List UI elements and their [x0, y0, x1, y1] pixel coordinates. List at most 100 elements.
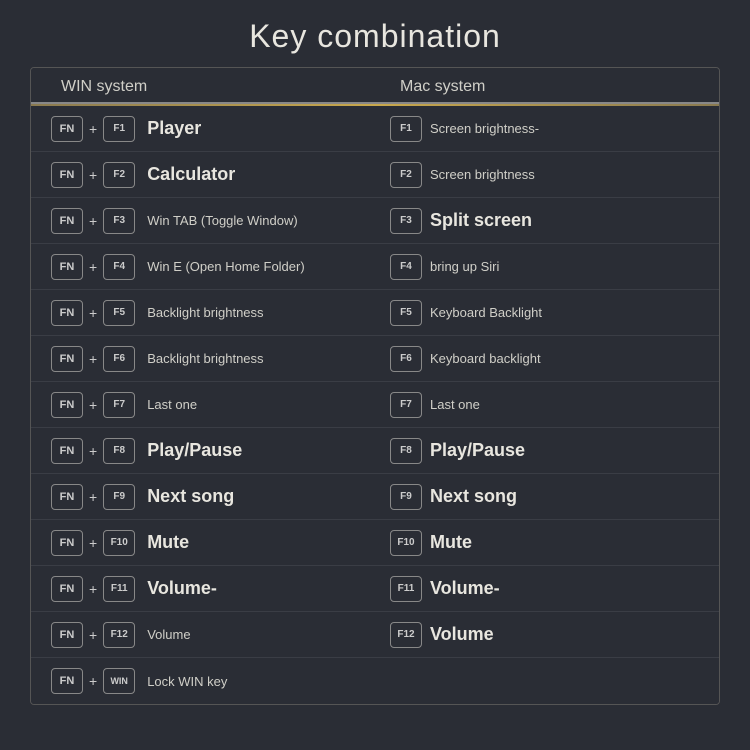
fn-key: FN: [51, 254, 83, 280]
plus-sign: +: [89, 305, 97, 321]
mac-label: Volume: [430, 624, 494, 645]
mac-label: Screen brightness: [430, 167, 535, 182]
mac-key: F8: [390, 438, 422, 464]
win-label: Last one: [147, 397, 197, 412]
table-row: FN+F7Last oneF7Last one: [31, 382, 719, 428]
win-label: Volume: [147, 627, 190, 642]
plus-sign: +: [89, 443, 97, 459]
win-label: Play/Pause: [147, 440, 242, 461]
mac-cell: F6Keyboard backlight: [380, 346, 719, 372]
mac-key: F7: [390, 392, 422, 418]
win-label: Mute: [147, 532, 189, 553]
plus-sign: +: [89, 581, 97, 597]
table-row: FN+F10MuteF10Mute: [31, 520, 719, 566]
win-cell: FN+F12Volume: [31, 622, 380, 648]
table-row: FN + F2 Calculator F2 Screen brightness: [31, 152, 719, 198]
mac-label: bring up Siri: [430, 259, 499, 274]
mac-cell: F12 Volume: [380, 622, 719, 648]
win-cell: FN + F9 Next song: [31, 484, 380, 510]
win-cell: FN+F3Win TAB (Toggle Window): [31, 208, 380, 234]
fn-key: FN: [51, 162, 83, 188]
mac-cell: F9 Next song: [380, 484, 719, 510]
fn-key: FN: [51, 116, 83, 142]
function-key: F1: [103, 116, 135, 142]
mac-system-header: Mac system: [380, 78, 719, 96]
fn-key: FN: [51, 346, 83, 372]
win-cell: FN + F7 Last one: [31, 392, 380, 418]
plus-sign: +: [89, 351, 97, 367]
mac-label: Keyboard Backlight: [430, 305, 542, 320]
win-cell: FN+F8Play/Pause: [31, 438, 380, 464]
function-key: F3: [103, 208, 135, 234]
win-system-header: WIN system: [31, 78, 380, 96]
table-row: FN+WINLock WIN key: [31, 658, 719, 704]
win-label: Volume-: [147, 578, 217, 599]
win-cell: FN + F2 Calculator: [31, 162, 380, 188]
win-label: Calculator: [147, 164, 235, 185]
win-label: Win TAB (Toggle Window): [147, 213, 298, 228]
win-label: Next song: [147, 486, 234, 507]
table-row: FN+F12VolumeF12Volume: [31, 612, 719, 658]
win-cell: FN+F10Mute: [31, 530, 380, 556]
function-key: F11: [103, 576, 135, 602]
mac-cell: F8 Play/Pause: [380, 438, 719, 464]
mac-label: Keyboard backlight: [430, 351, 541, 366]
mac-label: Volume-: [430, 578, 500, 599]
function-key: F10: [103, 530, 135, 556]
win-label: Backlight brightness: [147, 351, 263, 366]
mac-key: F11: [390, 576, 422, 602]
mac-cell: F2 Screen brightness: [380, 162, 719, 188]
fn-key: FN: [51, 392, 83, 418]
page-title: Key combination: [0, 0, 750, 67]
mac-key: F2: [390, 162, 422, 188]
win-cell: FN+F4Win E (Open Home Folder): [31, 254, 380, 280]
fn-key: FN: [51, 668, 83, 694]
key-combination-table: WIN system Mac system FN + F1 Player F1 Scree…: [30, 67, 720, 705]
plus-sign: +: [89, 627, 97, 643]
plus-sign: +: [89, 489, 97, 505]
mac-label: Next song: [430, 486, 517, 507]
mac-key: F5: [390, 300, 422, 326]
mac-cell: F11 Volume-: [380, 576, 719, 602]
mac-label: Play/Pause: [430, 440, 525, 461]
win-cell: FN+F6Backlight brightness: [31, 346, 380, 372]
table-row: FN+F6Backlight brightnessF6Keyboard back…: [31, 336, 719, 382]
mac-cell: F4 bring up Siri: [380, 254, 719, 280]
function-key: WIN: [103, 668, 135, 694]
mac-label: Mute: [430, 532, 472, 553]
plus-sign: +: [89, 167, 97, 183]
plus-sign: +: [89, 259, 97, 275]
table-row: FN+F4Win E (Open Home Folder)F4bring up …: [31, 244, 719, 290]
mac-key: F12: [390, 622, 422, 648]
table-row: FN + F1 Player F1 Screen brightness-: [31, 106, 719, 152]
plus-sign: +: [89, 673, 97, 689]
mac-key: F1: [390, 116, 422, 142]
function-key: F2: [103, 162, 135, 188]
function-key: F9: [103, 484, 135, 510]
mac-cell: F3 Split screen: [380, 208, 719, 234]
function-key: F4: [103, 254, 135, 280]
mac-key: F3: [390, 208, 422, 234]
mac-key: F4: [390, 254, 422, 280]
mac-label: Screen brightness-: [430, 121, 539, 136]
win-label: Player: [147, 118, 201, 139]
fn-key: FN: [51, 484, 83, 510]
table-row: FN + F11 Volume- F11 Volume-: [31, 566, 719, 612]
mac-key: F10: [390, 530, 422, 556]
mac-cell: F10 Mute: [380, 530, 719, 556]
function-key: F5: [103, 300, 135, 326]
plus-sign: +: [89, 397, 97, 413]
mac-key: F9: [390, 484, 422, 510]
win-cell: FN+WINLock WIN key: [31, 668, 380, 694]
plus-sign: +: [89, 121, 97, 137]
table-row: FN + F9 Next song F9 Next song: [31, 474, 719, 520]
plus-sign: +: [89, 213, 97, 229]
mac-label: Split screen: [430, 210, 532, 231]
fn-key: FN: [51, 622, 83, 648]
plus-sign: +: [89, 535, 97, 551]
function-key: F7: [103, 392, 135, 418]
win-cell: FN+F5Backlight brightness: [31, 300, 380, 326]
mac-cell: F1 Screen brightness-: [380, 116, 719, 142]
fn-key: FN: [51, 576, 83, 602]
fn-key: FN: [51, 300, 83, 326]
